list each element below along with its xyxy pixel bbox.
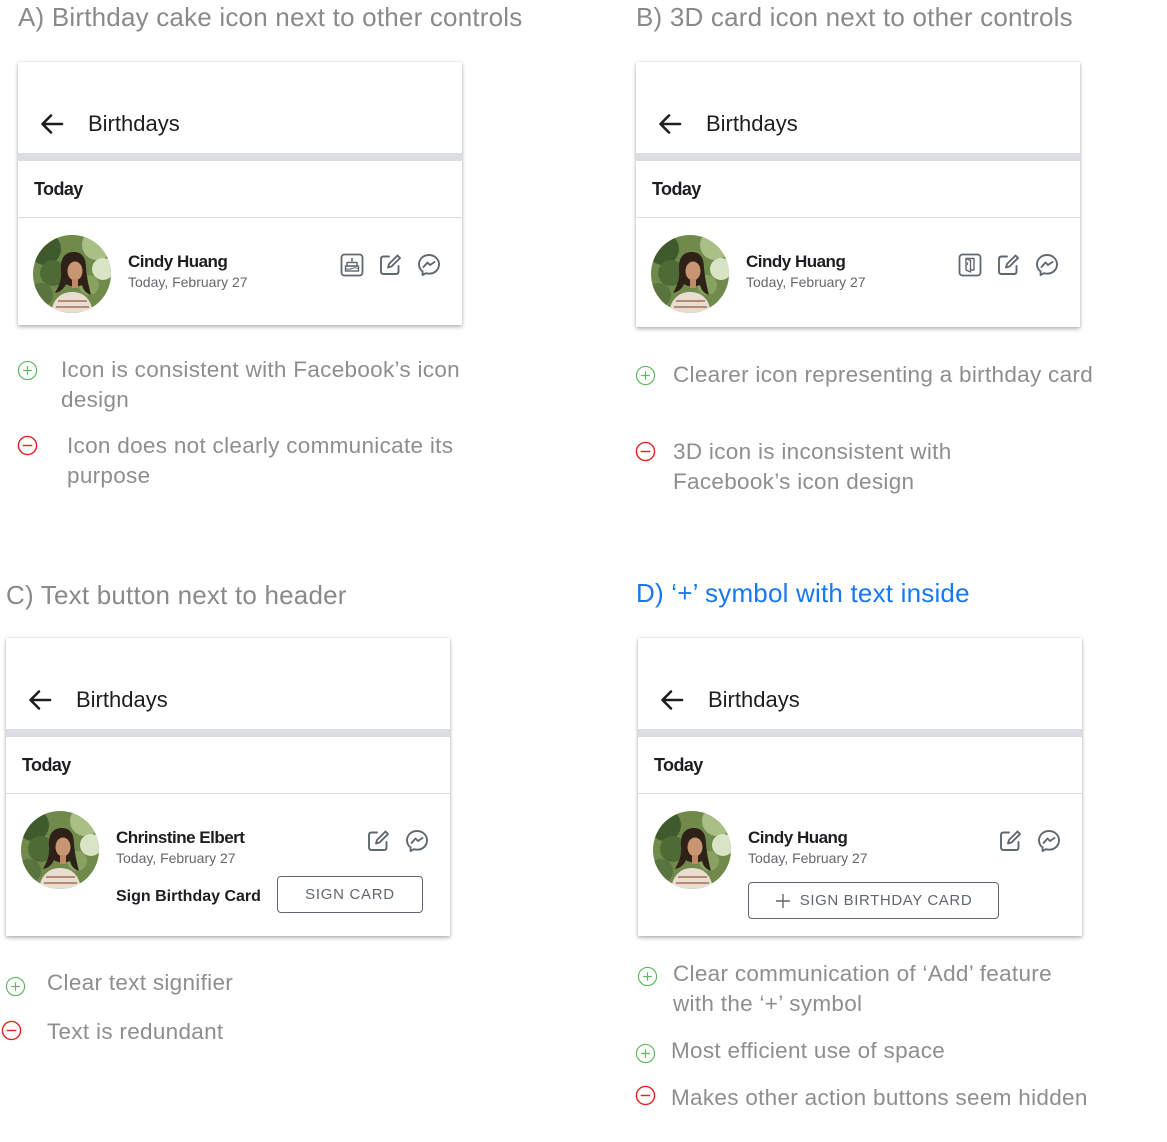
variant-d-pro-note-2: Most efficient use of space: [671, 1038, 946, 1063]
header-title: Birthdays: [708, 687, 800, 712]
sign-card-button[interactable]: SIGN CARD: [277, 876, 423, 913]
section-label-today: Today: [654, 755, 703, 775]
app-header: Birthdays: [638, 638, 1082, 729]
variant-d-card: Birthdays Today Cindy Huang Today, Febru…: [638, 638, 1082, 936]
birthday-date: Today, February 27: [128, 274, 248, 290]
back-arrow-icon[interactable]: [26, 686, 54, 714]
birthday-date: Today, February 27: [748, 850, 868, 866]
app-header: Birthdays: [6, 638, 450, 729]
person-name[interactable]: Chrinstine Elbert: [116, 828, 245, 848]
section-label-today: Today: [652, 179, 701, 199]
variant-c-title: C) Text button next to header: [6, 580, 347, 610]
variant-c-card: Birthdays Today Chrinstine Elbert Today,…: [6, 638, 450, 936]
plus-icon: [775, 893, 791, 909]
birthday-cake-icon[interactable]: [339, 252, 365, 278]
birthday-date: Today, February 27: [746, 274, 866, 290]
compose-icon[interactable]: [997, 828, 1023, 854]
sign-birthday-card-label: Sign Birthday Card: [116, 888, 261, 905]
con-minus-icon: [1, 1020, 22, 1041]
section-label-today: Today: [34, 179, 83, 199]
messenger-icon[interactable]: [1034, 252, 1060, 278]
birthday-date: Today, February 27: [116, 850, 236, 866]
variant-d-con-note: Makes other action buttons seem hidden: [671, 1085, 1088, 1110]
con-minus-icon: [635, 1085, 656, 1106]
header-title: Birthdays: [76, 687, 168, 712]
avatar[interactable]: [651, 235, 729, 313]
pro-plus-icon: [17, 360, 38, 381]
compose-icon[interactable]: [377, 252, 403, 278]
variant-a-title: A) Birthday cake icon next to other cont…: [18, 2, 523, 32]
pro-plus-icon: [635, 365, 656, 386]
header-divider: [18, 153, 462, 161]
messenger-icon[interactable]: [416, 252, 442, 278]
sign-birthday-card-button[interactable]: SIGN BIRTHDAY CARD: [748, 882, 999, 919]
section-divider: [6, 793, 450, 794]
section-label-today: Today: [22, 755, 71, 775]
header-title: Birthdays: [88, 111, 180, 136]
variant-c-pro-note: Clear text signifier: [47, 970, 234, 995]
pro-plus-icon: [635, 1043, 656, 1064]
variant-b-con-note: 3D icon is inconsistent with Facebook’s …: [673, 439, 952, 494]
con-minus-icon: [17, 435, 38, 456]
section-divider: [18, 217, 462, 218]
variant-d-pro-note-1: Clear communication of ‘Add’ feature wit…: [673, 961, 1052, 1016]
variant-a-pro-note: Icon is consistent with Facebook’s icon …: [61, 357, 460, 412]
variant-a-card: Birthdays Today Cindy Huang Today, Febru…: [18, 62, 462, 325]
variant-a-con-note: Icon does not clearly communicate its pu…: [67, 433, 454, 488]
con-minus-icon: [635, 441, 656, 462]
header-divider: [6, 729, 450, 737]
header-divider: [638, 729, 1082, 737]
messenger-icon[interactable]: [1036, 828, 1062, 854]
variant-b-pro-note: Clearer icon representing a birthday car…: [673, 362, 1094, 387]
avatar[interactable]: [21, 811, 99, 889]
sign-birthday-card-button-label: SIGN BIRTHDAY CARD: [799, 892, 973, 909]
3d-card-icon[interactable]: [957, 252, 983, 278]
compose-icon[interactable]: [995, 252, 1021, 278]
avatar[interactable]: [653, 811, 731, 889]
header-title: Birthdays: [706, 111, 798, 136]
back-arrow-icon[interactable]: [38, 110, 66, 138]
app-header: Birthdays: [18, 62, 462, 153]
compose-icon[interactable]: [365, 828, 391, 854]
variant-c-con-note: Text is redundant: [47, 1019, 224, 1044]
pro-plus-icon: [637, 966, 658, 987]
header-divider: [636, 153, 1080, 161]
variant-b-card: Birthdays Today Cindy Huang Today, Febru…: [636, 62, 1080, 327]
back-arrow-icon[interactable]: [656, 110, 684, 138]
app-header: Birthdays: [636, 62, 1080, 153]
section-divider: [638, 793, 1082, 794]
person-name[interactable]: Cindy Huang: [746, 252, 846, 272]
pro-plus-icon: [5, 976, 26, 997]
back-arrow-icon[interactable]: [658, 686, 686, 714]
messenger-icon[interactable]: [404, 828, 430, 854]
person-name[interactable]: Cindy Huang: [748, 828, 848, 848]
section-divider: [636, 217, 1080, 218]
person-name[interactable]: Cindy Huang: [128, 252, 228, 272]
variant-b-title: B) 3D card icon next to other controls: [636, 2, 1073, 32]
variant-d-title: D) ‘+’ symbol with text inside: [636, 578, 970, 608]
avatar[interactable]: [33, 235, 111, 313]
